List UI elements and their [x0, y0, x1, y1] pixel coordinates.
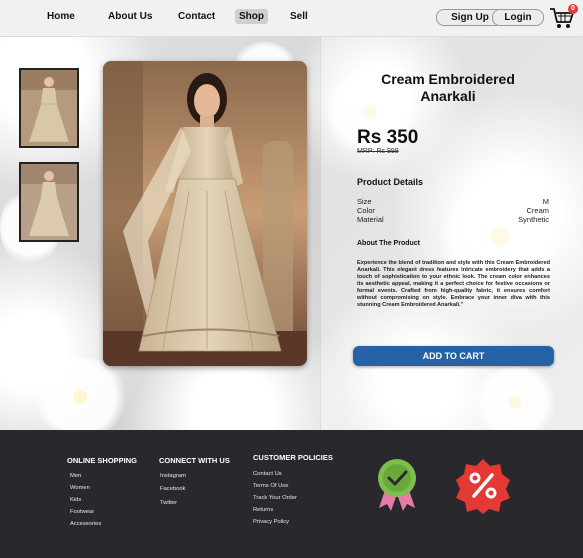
footer-heading-online-shopping: ONLINE SHOPPING: [67, 456, 138, 465]
product-main-image: [103, 61, 307, 366]
about-product-text: Experience the blend of tradition and st…: [357, 260, 550, 308]
detail-label: Size: [357, 197, 372, 206]
footer-heading-connect: CONNECT WITH US: [159, 456, 230, 465]
model-dress-image: [103, 61, 307, 366]
product-section: Cream Embroidered Anarkali Rs 350 MRP: R…: [0, 37, 583, 437]
product-mrp: MRP: Rs 999: [357, 148, 399, 155]
footer-link-track-order[interactable]: Track Your Order: [253, 495, 297, 501]
quality-badge-icon: [378, 459, 416, 511]
detail-row-material: Material Synthetic: [357, 215, 549, 224]
footer-link-returns[interactable]: Returns: [253, 507, 273, 513]
footer-link-twitter[interactable]: Twitter: [160, 500, 177, 506]
product-thumbnail-1[interactable]: [19, 68, 79, 148]
footer-link-kids[interactable]: Kids: [70, 497, 81, 503]
product-details-heading: Product Details: [357, 177, 424, 187]
dress-thumbnail-image: [21, 70, 77, 146]
login-button[interactable]: Login: [492, 9, 544, 26]
footer-link-men[interactable]: Men: [70, 473, 81, 479]
nav-sell[interactable]: Sell: [290, 11, 308, 22]
footer-link-terms[interactable]: Terms Of Use: [253, 483, 288, 489]
discount-badge-icon: [456, 459, 510, 514]
detail-label: Material: [357, 215, 384, 224]
footer-link-privacy[interactable]: Privacy Policy: [253, 519, 289, 525]
footer-link-instagram[interactable]: Instagram: [160, 473, 186, 479]
footer-link-contact-us[interactable]: Contact Us: [253, 471, 282, 477]
site-header: Home About Us Contact Shop Sell Sign Up …: [0, 0, 583, 37]
site-footer: ONLINE SHOPPING Men Women Kids Footwear …: [0, 430, 583, 558]
footer-link-accessories[interactable]: Accessories: [70, 521, 101, 527]
nav-about-us[interactable]: About Us: [108, 11, 152, 22]
nav-contact[interactable]: Contact: [178, 11, 215, 22]
cart-count-badge: 0: [568, 4, 578, 14]
cart-button[interactable]: 0: [549, 4, 578, 31]
detail-value: M: [542, 197, 549, 206]
footer-link-women[interactable]: Women: [70, 485, 90, 491]
nav-shop[interactable]: Shop: [235, 9, 268, 24]
dress-thumbnail-image: [21, 164, 77, 240]
footer-link-facebook[interactable]: Facebook: [160, 486, 185, 492]
detail-row-color: Color Cream: [357, 206, 549, 215]
nav-home[interactable]: Home: [47, 11, 75, 22]
detail-label: Color: [357, 206, 375, 215]
detail-value: Synthetic: [518, 215, 549, 224]
footer-heading-policies: CUSTOMER POLICIES: [253, 453, 333, 462]
product-thumbnail-2[interactable]: [19, 162, 79, 242]
about-product-heading: About The Product: [357, 240, 420, 247]
add-to-cart-button[interactable]: ADD TO CART: [353, 346, 554, 366]
product-title: Cream Embroidered Anarkali: [381, 71, 515, 104]
detail-value: Cream: [526, 206, 549, 215]
product-price: Rs 350: [357, 127, 419, 148]
background-flower: [30, 357, 130, 437]
detail-row-size: Size M: [357, 197, 549, 206]
footer-link-footwear[interactable]: Footwear: [70, 509, 94, 515]
